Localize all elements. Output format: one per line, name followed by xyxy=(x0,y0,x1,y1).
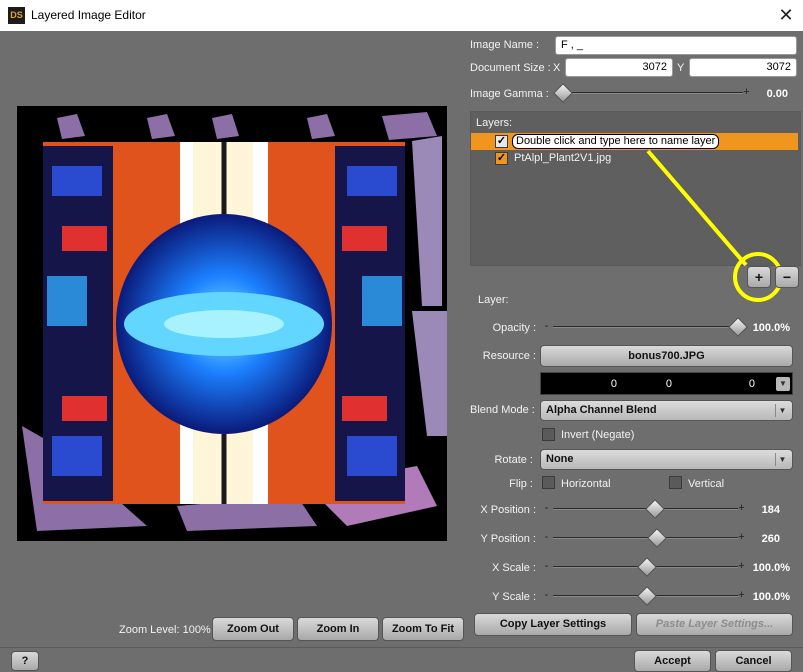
accept-button[interactable]: Accept xyxy=(634,650,711,672)
slider-min-mark: - xyxy=(544,589,549,601)
title-bar: DS Layered Image Editor ✕ xyxy=(0,0,803,31)
image-gamma-label: Image Gamma : xyxy=(470,88,549,100)
flip-vertical-checkbox[interactable] xyxy=(669,476,682,489)
slider-max-mark: + xyxy=(738,589,745,601)
x-position-value: 184 xyxy=(761,504,780,516)
opacity-value: 100.0% xyxy=(752,322,790,334)
slider-max-mark: + xyxy=(738,560,745,572)
y-scale-label: Y Scale : xyxy=(492,591,536,603)
x-scale-slider[interactable]: - + xyxy=(543,557,748,577)
cancel-button[interactable]: Cancel xyxy=(715,650,792,672)
y-position-slider[interactable]: - + xyxy=(543,528,748,548)
zoom-out-button[interactable]: Zoom Out xyxy=(212,617,294,641)
doc-size-y-label: Y xyxy=(677,62,685,74)
document-size-label: Document Size : xyxy=(470,62,551,74)
rotate-select[interactable]: None ▼ xyxy=(540,449,793,470)
rotate-label: Rotate : xyxy=(494,454,533,466)
offset-value[interactable]: 0 xyxy=(547,378,617,390)
paste-layer-settings-button[interactable]: Paste Layer Settings... xyxy=(636,613,793,636)
flip-vertical-label: Vertical xyxy=(688,478,725,490)
flip-label: Flip : xyxy=(509,478,533,490)
y-position-value: 260 xyxy=(761,533,780,545)
rotate-value: None xyxy=(546,453,574,465)
slider-knob[interactable] xyxy=(646,528,667,548)
blend-mode-select[interactable]: Alpha Channel Blend ▼ xyxy=(540,400,793,421)
layer-name[interactable]: PtAlpl_Plant2V1.jpg xyxy=(514,152,611,164)
doc-size-x-field[interactable]: 3072 xyxy=(565,58,673,77)
layer-visibility-checkbox[interactable]: ✓ xyxy=(495,135,508,148)
blend-mode-label: Blend Mode : xyxy=(470,404,535,416)
slider-min-mark: - xyxy=(544,502,549,514)
doc-size-x-label: X xyxy=(553,62,561,74)
layer-visibility-checkbox[interactable]: ✓ xyxy=(495,152,508,165)
annotation-arrow xyxy=(646,149,748,267)
image-gamma-value: 0.00 xyxy=(766,88,788,100)
x-scale-label: X Scale : xyxy=(491,562,536,574)
copy-layer-settings-button[interactable]: Copy Layer Settings xyxy=(474,613,632,636)
slider-min-mark: - xyxy=(544,320,549,332)
slider-knob[interactable] xyxy=(637,557,658,577)
slider-track xyxy=(553,326,738,328)
chevron-down-icon: ▼ xyxy=(775,453,789,466)
slider-min-mark: - xyxy=(544,531,549,543)
flip-horizontal-checkbox[interactable] xyxy=(542,476,555,489)
y-scale-slider[interactable]: - + xyxy=(543,586,748,606)
x-position-slider[interactable]: - + xyxy=(543,499,748,519)
opacity-label: Opacity : xyxy=(492,322,536,334)
invert-checkbox[interactable] xyxy=(542,428,555,441)
add-layer-button[interactable]: + xyxy=(747,266,771,288)
zoom-to-fit-button[interactable]: Zoom To Fit xyxy=(382,617,464,641)
resource-label: Resource : xyxy=(482,350,536,362)
help-button[interactable]: ? xyxy=(11,651,39,671)
slider-min-mark: - xyxy=(544,560,549,572)
image-preview[interactable] xyxy=(17,106,447,541)
chevron-down-icon: ▼ xyxy=(775,404,789,417)
zoom-in-button[interactable]: Zoom In xyxy=(297,617,379,641)
flip-horizontal-label: Horizontal xyxy=(561,478,611,490)
opacity-slider[interactable]: - + xyxy=(543,317,748,337)
image-gamma-slider[interactable]: - + xyxy=(553,83,753,103)
y-scale-value: 100.0% xyxy=(752,591,790,603)
slider-track xyxy=(553,537,738,539)
slider-knob[interactable] xyxy=(728,317,748,337)
slider-track xyxy=(563,92,743,94)
x-position-label: X Position : xyxy=(480,504,536,516)
remove-layer-button[interactable]: − xyxy=(775,266,799,288)
slider-knob[interactable] xyxy=(644,499,665,519)
doc-size-y-field[interactable]: 3072 xyxy=(689,58,797,77)
divider xyxy=(0,647,803,648)
layer-section-label: Layer: xyxy=(478,294,509,306)
image-name-label: Image Name : xyxy=(470,39,540,51)
y-position-label: Y Position : xyxy=(480,533,536,545)
close-icon[interactable]: ✕ xyxy=(772,2,800,28)
image-name-field[interactable]: F , _ xyxy=(555,36,797,55)
resource-button[interactable]: bonus700.JPG xyxy=(540,345,793,367)
preview-artwork xyxy=(17,106,447,541)
resource-offsets: 0 0 0 ▼ xyxy=(540,372,793,395)
slider-knob[interactable] xyxy=(637,586,658,606)
offsets-dropdown-icon[interactable]: ▼ xyxy=(776,377,790,391)
window-title: Layered Image Editor xyxy=(31,8,146,22)
blend-mode-value: Alpha Channel Blend xyxy=(546,404,657,416)
app-logo-icon: DS xyxy=(8,7,25,24)
invert-label: Invert (Negate) xyxy=(561,429,635,441)
zoom-level-label: Zoom Level: 100% xyxy=(119,624,211,636)
offset-value[interactable]: 0 xyxy=(627,378,672,390)
layers-label: Layers: xyxy=(476,117,513,129)
offset-value[interactable]: 0 xyxy=(689,378,755,390)
help-icon: ? xyxy=(21,655,29,667)
x-scale-value: 100.0% xyxy=(752,562,790,574)
